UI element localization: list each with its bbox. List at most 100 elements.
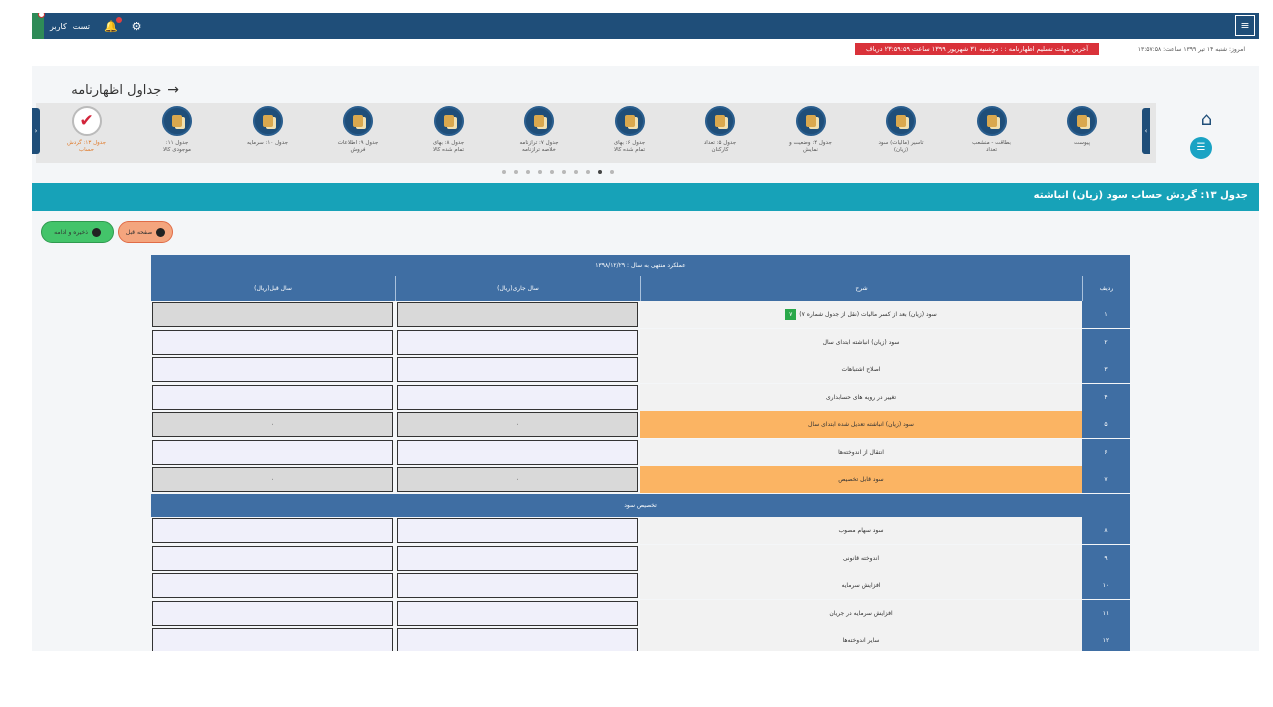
row-description-text: تغییر در رویه های حسابداری bbox=[825, 393, 897, 401]
col-previous-year: سال قبل(ریال) bbox=[254, 285, 292, 292]
table-nav-subtitle: (زیان) bbox=[893, 147, 909, 153]
home-icon[interactable]: ⌂ bbox=[1201, 109, 1212, 130]
pagination-dot[interactable] bbox=[598, 170, 602, 174]
table-nav-item[interactable]: ✔ جدول ۱۳: گردش حساب bbox=[47, 106, 127, 154]
row-description: سود (زیان) بعد از کسر مالیات (نقل از جدو… bbox=[640, 301, 1082, 328]
table-nav-item[interactable]: جدول ۵: تعداد کارکنان bbox=[680, 106, 760, 154]
previous-year-cell bbox=[151, 439, 395, 466]
table-icon bbox=[795, 106, 826, 136]
previous-year-input[interactable] bbox=[152, 600, 393, 626]
table-row: ۱۲ سایر اندوخته‌ها bbox=[151, 627, 1130, 651]
current-year-input[interactable] bbox=[397, 545, 638, 571]
current-year-input[interactable] bbox=[397, 628, 638, 651]
arrow-right-icon[interactable]: → bbox=[167, 82, 179, 98]
user-badge[interactable] bbox=[32, 13, 45, 39]
link-badge[interactable]: ۷ bbox=[785, 309, 797, 320]
pagination-dot[interactable] bbox=[550, 170, 554, 174]
previous-page-button[interactable]: صفحه قبل bbox=[118, 221, 173, 243]
menu-icon[interactable]: ≡ bbox=[1235, 15, 1255, 36]
table-row: ۵ سود (زیان) انباشته تعدیل شده ابتدای سال… bbox=[151, 411, 1130, 438]
current-year-input[interactable] bbox=[397, 439, 638, 465]
row-description-text: سایر اندوخته‌ها bbox=[842, 637, 880, 644]
row-description: سود سهام مصوب bbox=[640, 517, 1082, 544]
previous-year-input[interactable] bbox=[152, 357, 393, 382]
pagination-dot[interactable] bbox=[586, 170, 590, 174]
current-year-input[interactable] bbox=[397, 329, 638, 355]
table-icon bbox=[614, 106, 645, 136]
table-nav-label: جدول ۴: وضعیت و نمایش bbox=[771, 140, 851, 154]
row-description: اندوخته قانونی bbox=[640, 544, 1082, 572]
current-year-input[interactable] bbox=[397, 600, 638, 626]
list-icon[interactable]: ☰ bbox=[1190, 137, 1212, 159]
pagination-dot[interactable] bbox=[514, 170, 518, 174]
page: ≡ کاربر تست 🔔 ⚙ امروز: شنبه ۱۴ تیر ۱۳۹۹ … bbox=[0, 0, 1273, 707]
current-year-input[interactable] bbox=[397, 357, 638, 382]
pagination-dot[interactable] bbox=[538, 170, 542, 174]
previous-year-cell bbox=[151, 301, 395, 328]
save-icon bbox=[91, 227, 101, 237]
previous-year-input[interactable] bbox=[152, 302, 393, 327]
page-title: → جداول اظهارنامه bbox=[71, 82, 179, 98]
previous-year-cell bbox=[151, 329, 395, 356]
previous-year-input[interactable] bbox=[152, 628, 393, 651]
previous-year-input[interactable] bbox=[152, 384, 393, 410]
table-nav-item[interactable]: جدول ۴: وضعیت و نمایش bbox=[771, 106, 851, 154]
table-nav-item[interactable]: پیوست bbox=[1042, 106, 1122, 147]
pagination-dot[interactable] bbox=[562, 170, 566, 174]
save-continue-button[interactable]: ذخیره و ادامه bbox=[41, 221, 114, 243]
table-nav-item[interactable]: جدول ۱۰: سرمایه bbox=[228, 106, 308, 147]
pagination-dot[interactable] bbox=[610, 170, 614, 174]
pagination-dot[interactable] bbox=[502, 170, 506, 174]
row-index: ۹ bbox=[1082, 544, 1130, 572]
previous-year-input[interactable] bbox=[152, 573, 393, 598]
table-nav-label: جدول ۶: بهای تمام شده کالا bbox=[590, 140, 670, 154]
table-nav-label: جدول ۱۱: موجودی کالا bbox=[137, 140, 217, 154]
save-continue-label: ذخیره و ادامه bbox=[54, 228, 88, 236]
table-row: ۲ سود (زیان) انباشته ابتدای سال bbox=[151, 328, 1130, 356]
checkmark-icon: ✔ bbox=[71, 106, 102, 136]
notification-dot bbox=[115, 16, 122, 23]
table-nav-title: جدول ۷: ترازنامه bbox=[519, 140, 559, 146]
table-nav-item[interactable]: بطاقت - منشعب تعداد bbox=[952, 106, 1032, 154]
table-nav-item[interactable]: جدول ۸: بهای تمام شده کالا bbox=[409, 106, 489, 154]
current-year-input[interactable]: ۰ bbox=[397, 467, 638, 492]
pagination-dot[interactable] bbox=[574, 170, 578, 174]
row-index: ۱۲ bbox=[1082, 627, 1130, 651]
username[interactable]: تست bbox=[73, 22, 90, 31]
current-year-cell bbox=[395, 627, 640, 651]
previous-page-label: صفحه قبل bbox=[125, 228, 153, 236]
table-nav-item[interactable]: جدول ۶: بهای تمام شده کالا bbox=[590, 106, 670, 154]
carousel-prev-button[interactable]: ‹ bbox=[32, 108, 40, 154]
table-nav-item[interactable]: تاسیر (مالیات) سود (زیان) bbox=[861, 106, 941, 154]
row-description-text: سود سهام مصوب bbox=[838, 527, 884, 534]
user-label[interactable]: کاربر bbox=[50, 22, 67, 31]
previous-year-input[interactable]: ۰ bbox=[152, 467, 393, 492]
previous-year-input[interactable]: ۰ bbox=[152, 412, 393, 437]
table-nav-item[interactable]: جدول ۱۱: موجودی کالا bbox=[137, 106, 217, 154]
current-year-input[interactable] bbox=[397, 573, 638, 598]
current-year-input[interactable]: ۰ bbox=[397, 412, 638, 437]
table-nav-item[interactable]: جدول ۹: اطلاعات فروش bbox=[318, 106, 398, 154]
pagination-dot[interactable] bbox=[526, 170, 530, 174]
table-icon bbox=[886, 106, 916, 136]
current-year-input[interactable] bbox=[397, 384, 638, 410]
current-year-cell bbox=[395, 545, 640, 572]
table-nav-label: پیوست bbox=[1042, 140, 1122, 147]
current-year-cell bbox=[395, 329, 640, 356]
current-year-input[interactable] bbox=[397, 302, 638, 327]
bell-icon[interactable]: 🔔 bbox=[104, 16, 122, 33]
table-icon bbox=[524, 106, 554, 136]
current-year-input[interactable] bbox=[397, 518, 638, 543]
arrow-circle-icon bbox=[156, 227, 166, 237]
carousel-next-button[interactable]: › bbox=[1142, 108, 1150, 154]
table-nav-item[interactable]: جدول ۷: ترازنامه خلاصه ترازنامه bbox=[499, 106, 579, 154]
row-description-text: اندوخته قانونی bbox=[842, 554, 880, 562]
previous-year-input[interactable] bbox=[152, 545, 393, 571]
previous-year-input[interactable] bbox=[152, 329, 393, 355]
current-year-cell bbox=[395, 301, 640, 328]
previous-year-input[interactable] bbox=[152, 439, 393, 465]
table-nav-subtitle: کارکنان bbox=[711, 147, 729, 153]
settings-icon[interactable]: ⚙ bbox=[132, 20, 142, 33]
status-dot bbox=[38, 13, 45, 18]
previous-year-input[interactable] bbox=[152, 518, 393, 543]
